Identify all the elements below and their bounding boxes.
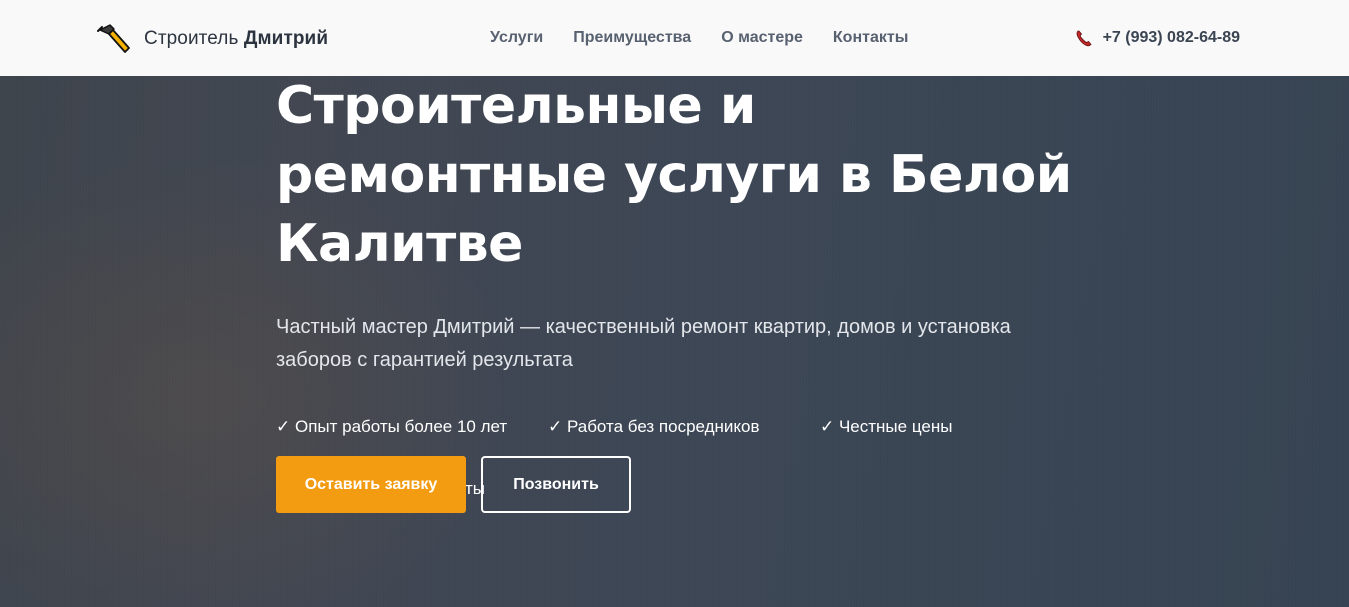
- hammer-icon: [97, 24, 130, 53]
- nav-item-contacts[interactable]: Контакты: [833, 28, 908, 48]
- nav-item-advantages[interactable]: Преимущества: [573, 28, 691, 48]
- request-button[interactable]: Оставить заявку: [276, 456, 466, 513]
- phone-number: +7 (993) 082-64-89: [1102, 29, 1240, 46]
- feature-no-middlemen: ✓ Работа без посредников: [548, 417, 760, 436]
- hero-subtitle: Частный мастер Дмитрий — качественный ре…: [276, 316, 1011, 371]
- hero-section: Строительные и ремонтные услуги в Белой …: [0, 76, 1349, 607]
- nav-item-services[interactable]: Услуги: [490, 28, 543, 48]
- logo-text: Строитель Дмитрий: [144, 28, 328, 50]
- main-nav: Услуги Преимущества О мастере Контакты: [490, 28, 938, 48]
- header-phone[interactable]: +7 (993) 082-64-89: [1075, 28, 1240, 48]
- nav-item-about[interactable]: О мастере: [721, 28, 803, 48]
- logo-text-regular: Строитель: [144, 28, 239, 49]
- feature-fair-prices: ✓ Честные цены: [820, 417, 953, 436]
- call-button[interactable]: Позвонить: [481, 456, 631, 513]
- logo[interactable]: Строитель Дмитрий: [96, 22, 328, 56]
- hero-buttons: Оставить заявку Позвонить: [276, 456, 631, 513]
- phone-icon: [1076, 30, 1092, 47]
- site-header: Строитель Дмитрий Услуги Преимущества О …: [0, 0, 1349, 76]
- logo-text-bold: Дмитрий: [243, 28, 329, 49]
- hero-title: Строительные и ремонтные услуги в Белой …: [276, 76, 1072, 274]
- feature-experience: ✓ Опыт работы более 10 лет: [276, 417, 508, 436]
